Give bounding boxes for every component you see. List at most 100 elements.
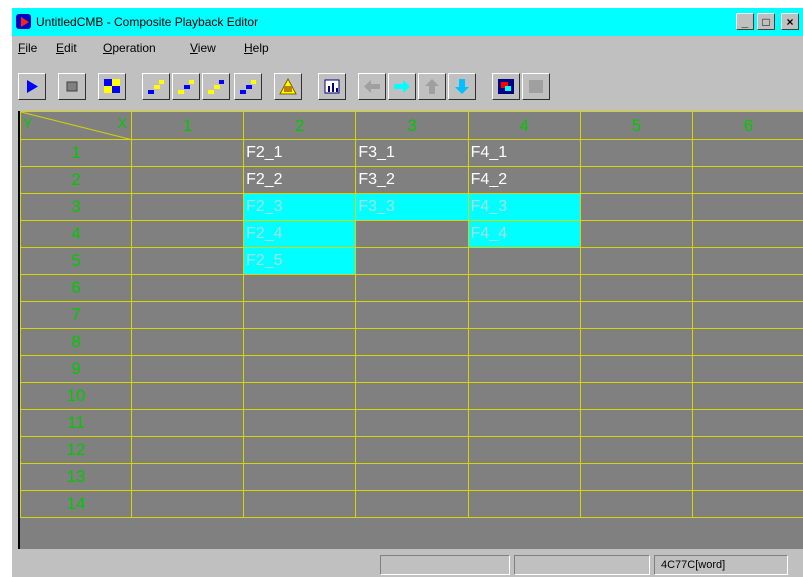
row-header[interactable]: 1 [19, 139, 133, 167]
grid-cell[interactable] [243, 436, 357, 464]
menu-file[interactable]: File [18, 41, 37, 55]
grid-cell[interactable] [579, 409, 693, 437]
grid-cell[interactable] [355, 436, 469, 464]
grid-cell[interactable] [579, 355, 693, 383]
column-header[interactable]: 1 [131, 111, 245, 140]
grid-cell[interactable] [467, 355, 581, 383]
grid-cell[interactable] [467, 247, 581, 275]
minimize-button[interactable]: _ [736, 13, 754, 30]
grid-cell[interactable] [131, 490, 245, 518]
grid-cell[interactable] [691, 382, 803, 410]
grid-cell[interactable] [355, 220, 469, 248]
grid-cell[interactable] [243, 355, 357, 383]
row-header[interactable]: 3 [19, 193, 133, 221]
menu-view[interactable]: View [190, 41, 216, 55]
grid-cell[interactable] [131, 355, 245, 383]
grid-cell[interactable]: F2_5 [243, 247, 357, 275]
grid-cell[interactable] [467, 382, 581, 410]
maximize-button[interactable]: □ [757, 13, 775, 30]
row-header[interactable]: 9 [19, 355, 133, 383]
grid-cell[interactable] [467, 409, 581, 437]
row-header[interactable]: 13 [19, 463, 133, 491]
grid-cell[interactable] [691, 463, 803, 491]
grid-cell[interactable] [243, 274, 357, 302]
grid-cell[interactable] [355, 409, 469, 437]
row-header[interactable]: 5 [19, 247, 133, 275]
menu-operation[interactable]: Operation [103, 41, 156, 55]
grid-area[interactable]: Y X 123456 1 F2_1 F3_1 F4_1 2 F2_2 F3_2 F4_2 3 F2… [18, 111, 803, 549]
grid-cell[interactable] [579, 220, 693, 248]
grid-cell[interactable] [579, 382, 693, 410]
grid-cell[interactable]: F4_2 [467, 166, 581, 194]
grid-cell[interactable] [355, 490, 469, 518]
column-header[interactable]: 3 [355, 111, 469, 140]
grid-cell[interactable]: F2_3 [243, 193, 357, 221]
grid-cell[interactable] [355, 382, 469, 410]
grid-cell[interactable]: F4_4 [467, 220, 581, 248]
grid-cell[interactable] [131, 463, 245, 491]
grid-cell[interactable] [579, 463, 693, 491]
grid-cell[interactable] [467, 301, 581, 329]
grid-cell[interactable] [131, 301, 245, 329]
grid-cell[interactable] [131, 274, 245, 302]
grid-cell[interactable] [579, 301, 693, 329]
grid-cell[interactable] [467, 463, 581, 491]
grid-cell[interactable] [691, 220, 803, 248]
grid-cell[interactable] [691, 274, 803, 302]
grid-cell[interactable] [691, 328, 803, 356]
grid-cell[interactable] [131, 409, 245, 437]
grid-cell[interactable] [355, 301, 469, 329]
grid-cell[interactable] [131, 193, 245, 221]
toolbar-arrow-right-button[interactable] [388, 73, 416, 100]
grid-cell[interactable] [131, 139, 245, 167]
grid-cell[interactable] [243, 409, 357, 437]
menu-help[interactable]: Help [244, 41, 269, 55]
toolbar-stop-button[interactable] [58, 73, 86, 100]
grid-cell[interactable]: F2_1 [243, 139, 357, 167]
toolbar-step-2-button[interactable] [172, 73, 200, 100]
grid-cell[interactable] [243, 490, 357, 518]
grid-cell[interactable] [691, 436, 803, 464]
grid-cell[interactable] [467, 328, 581, 356]
grid-cell[interactable]: F4_1 [467, 139, 581, 167]
toolbar-warning-button[interactable] [274, 73, 302, 100]
row-header[interactable]: 7 [19, 301, 133, 329]
toolbar-chart-button[interactable] [318, 73, 346, 100]
grid-cell[interactable]: F2_2 [243, 166, 357, 194]
row-header[interactable]: 11 [19, 409, 133, 437]
grid-cell[interactable] [131, 328, 245, 356]
toolbar-arrow-left-button[interactable] [358, 73, 386, 100]
column-header[interactable]: 6 [691, 111, 803, 140]
grid-cell[interactable] [691, 301, 803, 329]
toolbar-blank-button[interactable] [522, 73, 550, 100]
grid-cell[interactable]: F3_3 [355, 193, 469, 221]
grid-cell[interactable] [131, 247, 245, 275]
close-button[interactable]: × [781, 13, 799, 30]
grid-cell[interactable] [579, 193, 693, 221]
grid-cell[interactable] [579, 139, 693, 167]
toolbar-color-button[interactable] [492, 73, 520, 100]
column-header[interactable]: 2 [243, 111, 357, 140]
row-header[interactable]: 8 [19, 328, 133, 356]
menu-edit[interactable]: Edit [56, 41, 77, 55]
grid-cell[interactable] [355, 274, 469, 302]
grid-cell[interactable] [467, 274, 581, 302]
column-header[interactable]: 5 [579, 111, 693, 140]
grid-cell[interactable]: F2_4 [243, 220, 357, 248]
row-header[interactable]: 10 [19, 382, 133, 410]
grid-cell[interactable] [131, 220, 245, 248]
grid-cell[interactable] [131, 436, 245, 464]
app-icon[interactable] [16, 14, 31, 29]
toolbar-step-3-button[interactable] [202, 73, 230, 100]
grid-cell[interactable] [691, 193, 803, 221]
grid-cell[interactable] [243, 463, 357, 491]
grid-cell[interactable] [243, 328, 357, 356]
grid-cell[interactable]: F4_3 [467, 193, 581, 221]
row-header[interactable]: 4 [19, 220, 133, 248]
row-header[interactable]: 2 [19, 166, 133, 194]
toolbar-step-4-button[interactable] [234, 73, 262, 100]
grid-cell[interactable] [243, 301, 357, 329]
grid-cell[interactable] [691, 409, 803, 437]
toolbar-play-button[interactable] [18, 73, 46, 100]
grid-cell[interactable]: F3_2 [355, 166, 469, 194]
